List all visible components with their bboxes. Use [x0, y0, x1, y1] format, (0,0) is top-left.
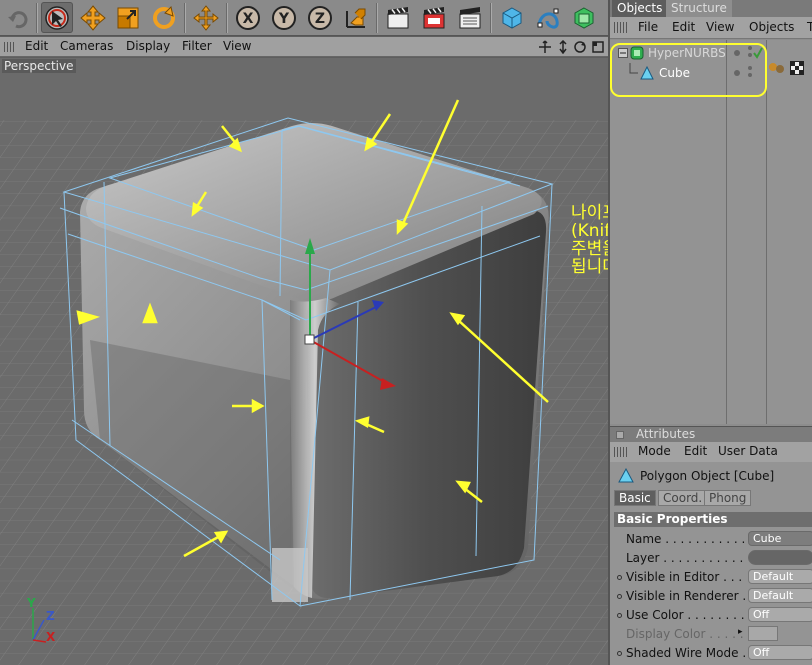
display-color-swatch[interactable] — [748, 626, 778, 641]
scale-icon[interactable] — [112, 2, 144, 33]
object-tree: HyperNURBS Cube — [610, 40, 812, 424]
object-manager-menu: File Edit View Objects T — [610, 17, 812, 39]
world-axis-icon[interactable] — [190, 2, 222, 33]
y-axis-letter: Y — [278, 11, 290, 27]
property-use-color: Use Color . . . . . . . . . . Off — [610, 606, 812, 624]
toolbar-separator — [376, 3, 378, 33]
property-label: Display Color . . . . . . . . — [626, 627, 746, 641]
texture-tag-icon[interactable] — [790, 61, 804, 75]
menu-grip-handle[interactable] — [614, 22, 628, 33]
property-label: Visible in Editor . . . . . . — [626, 570, 746, 584]
property-label: Visible in Renderer . . . . — [626, 589, 746, 603]
coordinate-system-icon[interactable] — [340, 2, 372, 33]
property-label: Name . . . . . . . . . . . . . — [626, 532, 746, 546]
material-tag-icon[interactable] — [768, 61, 786, 75]
attributes-header: Attributes — [610, 426, 812, 442]
viewport-menu-cameras[interactable]: Cameras — [60, 39, 113, 53]
viewport-menu-view[interactable]: View — [223, 39, 251, 53]
object-type-title: Polygon Object [Cube] — [640, 469, 775, 483]
panel-icon — [616, 431, 624, 439]
property-visible-in-renderer: Visible in Renderer . . . . Default — [610, 587, 812, 605]
property-layer: Layer . . . . . . . . . . . . . — [610, 549, 812, 567]
tab-objects[interactable]: Objects — [612, 0, 668, 17]
tab-coord[interactable]: Coord. — [658, 490, 708, 506]
toolbar-separator — [36, 3, 38, 33]
x-axis-icon[interactable]: X — [232, 2, 264, 33]
z-axis-letter: Z — [315, 11, 325, 27]
animation-bullet-icon[interactable] — [617, 651, 622, 656]
x-axis-letter: X — [243, 11, 254, 27]
render-settings-icon[interactable] — [454, 2, 486, 33]
toolbar-separator — [490, 3, 492, 33]
spline-icon[interactable] — [532, 2, 564, 33]
render-picture-viewer-icon[interactable] — [418, 2, 450, 33]
property-name: Name . . . . . . . . . . . . . Cube — [610, 530, 812, 548]
animation-bullet-icon[interactable] — [617, 613, 622, 618]
column-divider — [726, 40, 727, 424]
menu-grip-handle[interactable] — [614, 447, 628, 457]
live-selection-icon[interactable] — [41, 2, 73, 33]
basic-properties-section: Basic Properties — [614, 512, 812, 527]
main-toolbar: X Y Z — [0, 0, 608, 36]
menu-grip-handle[interactable] — [4, 42, 16, 52]
object-manager-tabs: Objects Structure — [610, 0, 812, 17]
property-shaded-wire-mode: Shaded Wire Mode . . . . Off — [610, 644, 812, 662]
viewport-menu-bar: Edit Cameras Display Filter View — [0, 37, 608, 57]
viewport-menu-display[interactable]: Display — [126, 39, 170, 53]
right-dock-panel: Objects Structure File Edit View Objects… — [608, 0, 812, 665]
undo-icon[interactable] — [2, 2, 34, 33]
move-icon[interactable] — [77, 2, 109, 33]
attributes-menu-user-data[interactable]: User Data — [718, 444, 778, 458]
tab-basic[interactable]: Basic — [614, 490, 656, 506]
nurbs-icon[interactable] — [568, 2, 600, 33]
name-input[interactable]: Cube — [748, 531, 812, 546]
attributes-menu: Mode Edit User Data — [610, 442, 812, 462]
column-divider — [766, 40, 767, 424]
shaded-wire-mode-dropdown[interactable]: Off — [748, 645, 812, 660]
viewport-camera-label: Perspective — [2, 59, 76, 73]
objects-menu-view[interactable]: View — [706, 20, 734, 34]
toolbar-separator — [226, 3, 228, 33]
gizmo-y-label: Y — [27, 596, 36, 610]
property-display-color: Display Color . . . . . . . . ▸ — [610, 625, 812, 643]
y-axis-icon[interactable]: Y — [268, 2, 300, 33]
animation-bullet-icon[interactable] — [617, 594, 622, 599]
toolbar-separator — [184, 3, 186, 33]
objects-menu-tags[interactable]: T — [807, 20, 812, 34]
expand-arrow-icon[interactable]: ▸ — [738, 627, 743, 637]
viewport-menu-edit[interactable]: Edit — [25, 39, 48, 53]
viewport-menu-filter[interactable]: Filter — [182, 39, 212, 53]
use-color-dropdown[interactable]: Off — [748, 607, 812, 622]
z-axis-icon[interactable]: Z — [304, 2, 336, 33]
objects-menu-file[interactable]: File — [638, 20, 658, 34]
perspective-viewport[interactable]: Perspective Y Z X — [0, 58, 608, 665]
attributes-body: Polygon Object [Cube] Basic Coord. Phong… — [610, 462, 812, 665]
property-label: Shaded Wire Mode . . . . — [626, 646, 746, 660]
render-view-icon[interactable] — [382, 2, 414, 33]
cube-primitive-icon[interactable] — [496, 2, 528, 33]
rotate-icon[interactable] — [148, 2, 180, 33]
gizmo-z-label: Z — [46, 609, 55, 623]
annotation-highlight-box — [610, 43, 767, 97]
viewport-nav-icons[interactable] — [538, 40, 606, 54]
attributes-menu-mode[interactable]: Mode — [638, 444, 671, 458]
tab-structure[interactable]: Structure — [666, 0, 732, 17]
visible-in-renderer-dropdown[interactable]: Default — [748, 588, 812, 603]
attributes-menu-edit[interactable]: Edit — [684, 444, 707, 458]
property-visible-in-editor: Visible in Editor . . . . . . Default — [610, 568, 812, 586]
polygon-object-icon — [618, 468, 634, 483]
layer-field[interactable] — [748, 550, 812, 565]
property-label: Layer . . . . . . . . . . . . . — [626, 551, 746, 565]
objects-menu-objects[interactable]: Objects — [749, 20, 794, 34]
visible-in-editor-dropdown[interactable]: Default — [748, 569, 812, 584]
gizmo-x-label: X — [46, 630, 56, 644]
property-label: Use Color . . . . . . . . . . — [626, 608, 746, 622]
tab-phong[interactable]: Phong — [704, 490, 752, 506]
objects-menu-edit[interactable]: Edit — [672, 20, 695, 34]
animation-bullet-icon[interactable] — [617, 575, 622, 580]
viewport-canvas[interactable] — [0, 58, 608, 665]
attributes-title: Attributes — [636, 427, 696, 441]
